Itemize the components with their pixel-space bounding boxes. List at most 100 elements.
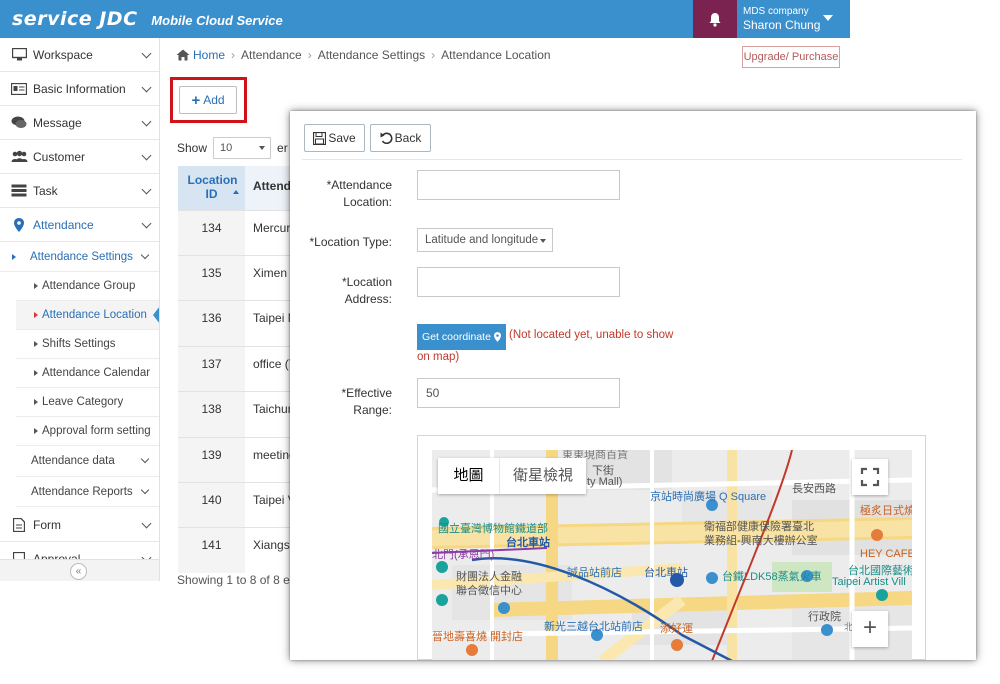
sort-asc-icon	[233, 190, 239, 194]
top-bar: service JDC Mobile Cloud Service MDS com…	[0, 0, 850, 38]
user-menu[interactable]: MDS company Sharon Chung	[737, 0, 850, 38]
fullscreen-icon	[860, 467, 880, 487]
notification-button[interactable]	[693, 0, 737, 38]
breadcrumb-home[interactable]: Home	[193, 48, 225, 62]
location-type-value: Latitude and longitude	[425, 234, 539, 246]
back-button-label: Back	[394, 131, 422, 145]
location-address-label: *Location Address:	[290, 274, 392, 308]
save-button[interactable]: Save	[304, 124, 365, 152]
breadcrumb-item[interactable]: Attendance	[241, 48, 302, 62]
sidebar-item-attendance-reports[interactable]: Attendance Reports	[16, 477, 159, 507]
sidebar-item-attendance-data[interactable]: Attendance data	[16, 446, 159, 477]
sidebar-item-attendance-settings[interactable]: Attendance Settings	[0, 242, 159, 272]
cell-id: 139	[178, 438, 245, 482]
map-pin-icon	[10, 217, 28, 232]
location-type-select[interactable]: Latitude and longitude	[417, 228, 553, 252]
sidebar-item-attendance[interactable]: Attendance	[0, 208, 159, 242]
chevron-down-icon	[141, 116, 152, 127]
sidebar-item-customer[interactable]: Customer	[0, 140, 159, 174]
company-name: MDS company	[743, 6, 809, 17]
add-button[interactable]: + Add	[179, 86, 237, 114]
map-type-satellite-tab[interactable]: 衛星檢視	[500, 458, 586, 494]
cell-id: 138	[178, 392, 245, 437]
sidebar-item-label: Attendance Location	[42, 309, 147, 321]
add-button-label: Add	[203, 93, 225, 107]
location-name-label: *Attendance Location:	[290, 177, 392, 211]
chevron-right-icon: ›	[307, 48, 312, 62]
sidebar-item-approval-form-setting[interactable]: Approval form setting	[16, 417, 159, 446]
map-label: 新光三越台北站前店	[544, 621, 643, 633]
task-list-icon	[10, 184, 28, 198]
sidebar-item-label: Attendance Settings	[30, 250, 133, 263]
map-type-map-tab[interactable]: 地圖	[438, 458, 500, 494]
map-label: 台北車站	[506, 537, 550, 549]
location-name-input[interactable]	[417, 170, 620, 200]
cell-id: 140	[178, 483, 245, 527]
get-coordinate-button[interactable]: Get coordinate	[417, 324, 506, 350]
location-address-input[interactable]	[417, 267, 620, 297]
sidebar-item-label: Shifts Settings	[42, 338, 116, 350]
map-label: ty Mall)	[587, 476, 623, 488]
chevron-right-icon: ›	[431, 48, 436, 62]
cell-name: Xiangsl	[253, 538, 293, 552]
chat-icon	[10, 116, 28, 130]
sidebar-item-label: Approval form setting	[42, 425, 151, 437]
home-icon	[176, 49, 190, 61]
sidebar-item-message[interactable]: Message	[0, 106, 159, 140]
column-header-location-id[interactable]: Location ID	[178, 166, 245, 210]
map-label: 聯合徵信中心	[456, 585, 522, 597]
map-pin-icon	[493, 332, 501, 342]
map-label: 業務組-興南大樓辦公室	[704, 535, 818, 547]
cell-name: Taichur	[253, 402, 292, 416]
fullscreen-button[interactable]	[852, 459, 888, 495]
brand-name: service JDC	[12, 8, 138, 30]
sidebar-item-form[interactable]: Form	[0, 508, 159, 542]
show-label: Show	[177, 141, 208, 155]
sidebar-item-workspace[interactable]: Workspace	[0, 38, 159, 72]
sidebar-item-label: Attendance Group	[42, 280, 136, 292]
label-line: *Location	[341, 275, 392, 289]
sidebar-item-leave-category[interactable]: Leave Category	[16, 388, 159, 417]
sidebar-item-shifts-settings[interactable]: Shifts Settings	[16, 330, 159, 359]
sidebar-item-attendance-calendar[interactable]: Attendance Calendar	[16, 359, 159, 388]
zoom-in-button[interactable]: +	[852, 611, 888, 647]
app-logo[interactable]: service JDC Mobile Cloud Service	[12, 8, 283, 31]
sidebar-item-attendance-group[interactable]: Attendance Group	[16, 272, 159, 301]
page-length-select[interactable]: 10	[213, 137, 272, 159]
map-label: HEY CAFE	[860, 548, 912, 560]
bell-icon	[709, 12, 721, 27]
sidebar-item-label: Form	[33, 517, 61, 532]
upgrade-purchase-button[interactable]: Upgrade/ Purchase	[742, 46, 840, 68]
sidebar-item-label: Customer	[33, 149, 86, 164]
page-length-control: Show 10 er	[177, 137, 288, 159]
cell-id: 137	[178, 347, 245, 391]
document-icon	[10, 517, 28, 532]
sidebar-item-basic-information[interactable]: Basic Information	[0, 72, 159, 106]
caret-right-icon	[34, 283, 38, 289]
sidebar-item-label: Attendance Reports	[31, 485, 133, 498]
coordinate-status-note: (Not located yet, unable to show	[509, 329, 674, 341]
caret-right-icon	[34, 428, 38, 434]
location-type-label: *Location Type:	[309, 235, 392, 249]
entries-label: er	[277, 141, 288, 155]
sidebar-item-label: Leave Category	[42, 396, 124, 408]
map-view[interactable]: 東東現商百貨 下街 ty Mall) 京站時尚廣場 Q Square 長安西路 …	[432, 450, 912, 660]
map-label: 京站時尚廣場 Q Square	[650, 491, 767, 503]
sidebar-item-task[interactable]: Task	[0, 174, 159, 208]
page-length-value: 10	[220, 142, 233, 154]
chevron-down-icon	[141, 518, 152, 529]
sidebar-collapse-bar: «	[0, 559, 159, 581]
effective-range-label: *Effective Range:	[290, 385, 392, 419]
effective-range-input[interactable]: 50	[417, 378, 620, 408]
caret-right-icon	[34, 370, 38, 376]
collapse-sidebar-button[interactable]: «	[70, 563, 87, 580]
get-coordinate-label: Get coordinate	[422, 331, 491, 343]
sidebar-item-label: Task	[33, 183, 58, 198]
map-label: Taipei Artist Vill	[832, 576, 906, 588]
sidebar-item-label: Attendance	[33, 217, 94, 232]
back-button[interactable]: Back	[370, 124, 431, 152]
breadcrumb-item[interactable]: Attendance Settings	[318, 48, 425, 62]
sidebar-item-attendance-location[interactable]: Attendance Location	[16, 301, 159, 330]
breadcrumb-item: Attendance Location	[441, 48, 551, 62]
chevron-down-icon	[141, 218, 152, 229]
